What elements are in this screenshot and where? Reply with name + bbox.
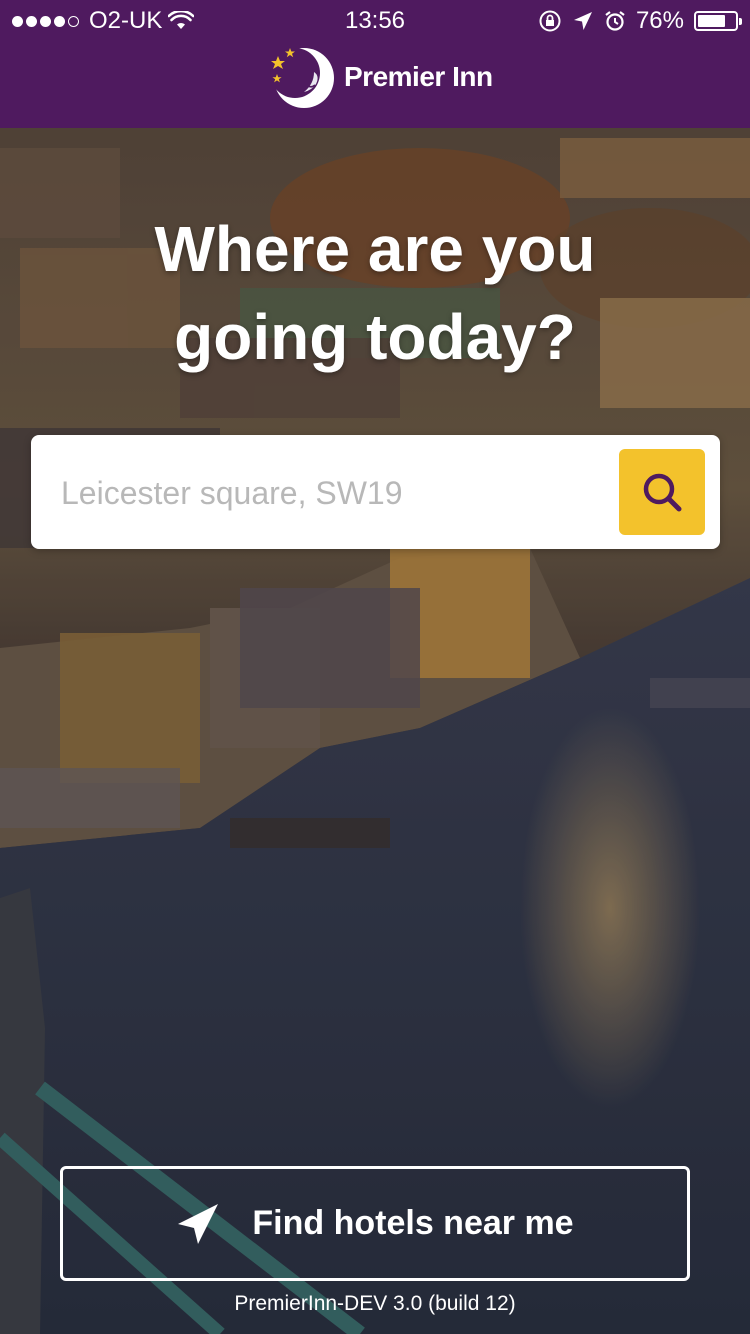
headline-line-1: Where are you (154, 213, 596, 285)
find-hotels-near-me-button[interactable]: Find hotels near me (60, 1166, 690, 1281)
destination-search-input[interactable] (59, 463, 623, 523)
rotation-lock-icon (539, 10, 561, 32)
brand-name: Premier Inn (344, 61, 493, 92)
wifi-icon (168, 11, 195, 29)
battery-percent: 76% (635, 7, 684, 34)
hero-headline: Where are you going today? (0, 205, 750, 381)
carrier-name: O2-UK (89, 7, 163, 34)
location-services-icon (573, 12, 592, 30)
search-bar (31, 435, 720, 549)
search-button[interactable] (619, 449, 705, 535)
status-bar: O2-UK 13:56 76% (0, 0, 750, 40)
battery-icon (694, 11, 742, 31)
moon-logo-icon (270, 48, 334, 108)
find-hotels-label: Find hotels near me (252, 1204, 574, 1242)
app-header: O2-UK 13:56 76% Premier Inn (0, 0, 750, 128)
status-left: O2-UK (12, 7, 195, 35)
status-right: 76% (538, 7, 742, 35)
search-icon (643, 473, 682, 512)
alarm-icon (605, 11, 625, 31)
location-arrow-icon (178, 1203, 219, 1244)
signal-strength-icon (12, 15, 79, 27)
premier-inn-logo: Premier Inn (268, 44, 493, 110)
build-info: PremierInn-DEV 3.0 (build 12) (234, 1292, 516, 1315)
headline-line-2: going today? (174, 301, 576, 373)
